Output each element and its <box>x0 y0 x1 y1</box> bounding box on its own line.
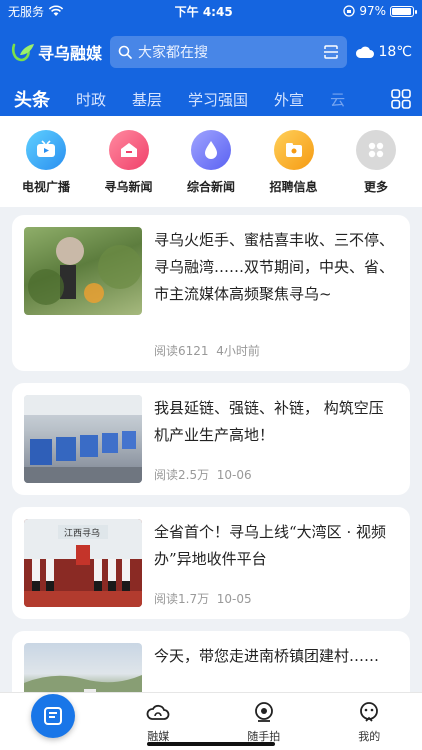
tab-external[interactable]: 外宣 <box>274 89 304 110</box>
tab-cloud[interactable]: 云 <box>330 89 345 110</box>
app-header: 寻乌融媒 大家都在搜 18℃ <box>0 22 422 82</box>
read-count: 阅读2.5万 <box>154 468 210 482</box>
search-bar[interactable]: 大家都在搜 <box>110 36 348 68</box>
tab-grid-menu-icon[interactable] <box>390 88 412 110</box>
tv-icon <box>26 130 66 170</box>
home-indicator <box>147 742 275 746</box>
tab-headline[interactable]: 头条 <box>14 86 50 112</box>
search-placeholder: 大家都在搜 <box>138 45 209 61</box>
orientation-lock-icon <box>343 5 355 17</box>
channel-label: 更多 <box>363 180 388 194</box>
channel-more[interactable]: 更多 <box>340 130 412 195</box>
status-bar: 无服务 下午 4:45 97% <box>0 0 422 22</box>
channel-label: 电视广播 <box>21 180 70 194</box>
channel-shortcuts: 电视广播 寻乌新闻 综合新闻 招聘信息 更多 <box>0 116 422 207</box>
tab-xuexi[interactable]: 学习强国 <box>188 89 248 110</box>
weather-widget[interactable]: 18℃ <box>355 44 412 60</box>
news-card[interactable]: 我县延链、强链、补链， 构筑空压机产业生产高地！ 阅读2.5万 10-06 <box>12 383 410 495</box>
news-meta: 阅读6121 4小时前 <box>154 342 398 359</box>
nav-label: 我的 <box>358 730 381 743</box>
news-title: 今天，带您走进南桥镇团建村…… <box>154 647 380 665</box>
clock: 下午 4:45 <box>174 4 233 19</box>
home-news-icon <box>30 694 75 738</box>
channel-label: 寻乌新闻 <box>104 180 153 194</box>
publish-time: 10-06 <box>216 468 252 482</box>
nav-profile[interactable]: 我的 <box>317 693 422 750</box>
folder-icon <box>273 130 314 170</box>
publish-time: 4小时前 <box>216 344 260 358</box>
scan-icon[interactable] <box>323 44 339 60</box>
news-title: 我县延链、强链、补链， 构筑空压机产业生产高地！ <box>154 399 384 444</box>
news-home-icon <box>108 130 149 170</box>
leaf-logo-icon <box>11 43 34 62</box>
thumbnail-sign-text: 江西寻乌 <box>64 529 101 539</box>
user-icon <box>360 702 379 722</box>
cloud-icon <box>146 704 170 720</box>
channel-xunwu-news[interactable]: 寻乌新闻 <box>93 130 165 195</box>
read-count: 阅读1.7万 <box>154 592 210 606</box>
tab-grassroots[interactable]: 基层 <box>132 89 162 110</box>
brand-name: 寻乌融媒 <box>38 44 103 63</box>
battery-percent: 97% <box>359 4 386 18</box>
search-icon <box>118 45 132 59</box>
brand-logo: 寻乌融媒 <box>10 40 102 64</box>
top-header-area: 无服务 下午 4:45 97% 寻乌融媒 大家都在搜 18℃ 头条 时政 基层 … <box>0 0 422 116</box>
news-thumbnail <box>24 395 142 483</box>
news-title: 全省首个！寻乌上线“大湾区 · 视频办”异地收件平台 <box>154 523 386 568</box>
nav-home[interactable] <box>0 693 106 750</box>
bottom-navigation: 融媒 随手拍 我的 <box>0 692 422 750</box>
temperature: 18℃ <box>378 44 412 60</box>
publish-time: 10-05 <box>216 592 252 606</box>
camera-icon <box>254 702 273 722</box>
cloud-weather-icon <box>356 46 375 58</box>
channel-label: 综合新闻 <box>186 180 235 194</box>
channel-label: 招聘信息 <box>269 180 318 194</box>
carrier-label: 无服务 <box>8 4 45 19</box>
news-thumbnail: 江西寻乌 <box>24 519 142 607</box>
category-tabs: 头条 时政 基层 学习强国 外宣 云 <box>0 82 422 116</box>
news-meta: 阅读1.7万 10-05 <box>154 590 398 607</box>
tab-politics[interactable]: 时政 <box>76 89 106 110</box>
news-feed: 寻乌火炬手、蜜桔喜丰收、三不停、寻乌融湾……双节期间，中央、省、市主流媒体高频聚… <box>0 207 422 743</box>
channel-jobs[interactable]: 招聘信息 <box>258 130 330 195</box>
news-title: 寻乌火炬手、蜜桔喜丰收、三不停、寻乌融湾……双节期间，中央、省、市主流媒体高频聚… <box>154 231 395 303</box>
drop-icon <box>191 130 231 170</box>
battery-icon <box>390 5 417 17</box>
news-card[interactable]: 寻乌火炬手、蜜桔喜丰收、三不停、寻乌融湾……双节期间，中央、省、市主流媒体高频聚… <box>12 215 410 371</box>
news-card[interactable]: 江西寻乌 全省首个！寻乌上线“大湾区 · 视频办”异地收件平台 阅读1.7万 1… <box>12 507 410 619</box>
news-thumbnail <box>24 227 142 315</box>
news-meta: 阅读2.5万 10-06 <box>154 466 398 483</box>
channel-tv-radio[interactable]: 电视广播 <box>10 130 82 195</box>
channel-general-news[interactable]: 综合新闻 <box>175 130 247 195</box>
wifi-icon <box>48 5 64 16</box>
more-icon <box>356 130 396 170</box>
read-count: 阅读6121 <box>154 344 209 358</box>
